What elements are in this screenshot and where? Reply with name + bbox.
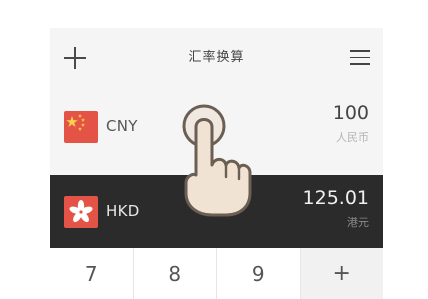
currency-row-cny[interactable]: CNY 100 人民币 xyxy=(50,90,383,175)
key-9[interactable]: 9 xyxy=(217,248,301,299)
key-plus[interactable]: + xyxy=(300,248,383,299)
hong-kong-flag-icon xyxy=(64,196,98,228)
numeric-keypad: 7 8 9 + xyxy=(50,248,383,299)
currency-name: 人民币 xyxy=(336,131,369,144)
hamburger-menu-icon[interactable] xyxy=(350,50,370,65)
app-header: 汇率换算 xyxy=(50,28,383,90)
currency-amount: 100 xyxy=(332,102,369,124)
china-flag-icon xyxy=(64,111,98,143)
key-8[interactable]: 8 xyxy=(134,248,217,299)
currency-name: 港元 xyxy=(347,216,369,229)
page-title: 汇率换算 xyxy=(188,50,245,65)
currency-code: CNY xyxy=(106,117,138,135)
currency-code: HKD xyxy=(106,202,140,220)
currency-converter-app: 汇率换算 CNY 100 人民币 HKD 125.01 港元 7 8 9 + xyxy=(50,28,383,299)
key-7[interactable]: 7 xyxy=(50,248,134,299)
currency-amount: 125.01 xyxy=(302,187,369,209)
